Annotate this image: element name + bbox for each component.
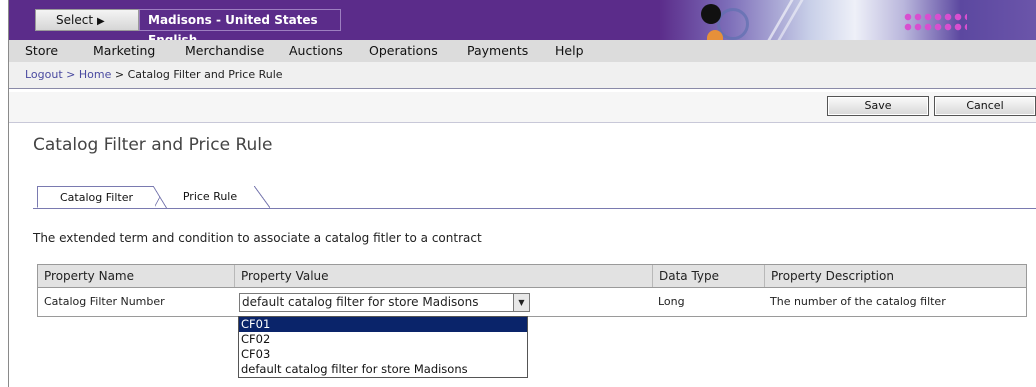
triangle-right-icon: ▶ — [97, 16, 105, 27]
cancel-button[interactable]: Cancel — [934, 96, 1036, 116]
cell-property-description: The number of the catalog filter — [770, 295, 946, 308]
banner-orange-shape — [707, 30, 723, 40]
dropdown-option-cf03[interactable]: CF03 — [239, 347, 527, 362]
page-title: Catalog Filter and Price Rule — [33, 135, 273, 155]
chevron-down-icon[interactable]: ▼ — [513, 294, 529, 311]
cell-data-type: Long — [658, 295, 685, 308]
header-bar: Select ▶ Madisons - United States English — [9, 0, 1036, 40]
catalog-filter-select[interactable]: default catalog filter for store Madison… — [239, 293, 530, 312]
breadcrumb-home-link[interactable]: Home — [79, 68, 111, 81]
dropdown-option-default[interactable]: default catalog filter for store Madison… — [239, 362, 527, 377]
tab-price-rule[interactable]: Price Rule — [154, 186, 270, 208]
tab-catalog-filter[interactable]: Catalog Filter — [37, 186, 167, 209]
breadcrumb: Logout > Home > Catalog Filter and Price… — [9, 62, 1036, 89]
tabs-divider — [33, 208, 1036, 209]
table-header: Property Name Property Value Data Type P… — [38, 265, 1026, 288]
banner-circle — [701, 4, 721, 24]
menu-item-operations[interactable]: Operations — [369, 40, 438, 62]
select-button-label: Select — [56, 13, 94, 27]
column-header-data-type: Data Type — [652, 265, 764, 287]
select-current-value: default catalog filter for store Madison… — [242, 295, 479, 309]
menu-item-auctions[interactable]: Auctions — [289, 40, 343, 62]
section-description: The extended term and condition to assoc… — [33, 231, 482, 245]
cell-property-name: Catalog Filter Number — [44, 295, 165, 308]
main-menu-bar: Store Marketing Merchandise Auctions Ope… — [9, 40, 1036, 62]
menu-item-help[interactable]: Help — [555, 40, 584, 62]
menu-item-marketing[interactable]: Marketing — [93, 40, 155, 62]
menu-item-store[interactable]: Store — [25, 40, 58, 62]
breadcrumb-logout-link[interactable]: Logout — [25, 68, 63, 81]
dropdown-option-cf02[interactable]: CF02 — [239, 332, 527, 347]
banner-dots — [903, 12, 967, 32]
breadcrumb-current: Catalog Filter and Price Rule — [127, 68, 283, 81]
store-select-button[interactable]: Select ▶ — [35, 9, 139, 31]
column-header-property-description: Property Description — [764, 265, 1026, 287]
menu-item-payments[interactable]: Payments — [467, 40, 528, 62]
dropdown-option-cf01[interactable]: CF01 — [239, 317, 527, 332]
property-table: Property Name Property Value Data Type P… — [37, 264, 1027, 317]
save-button[interactable]: Save — [827, 96, 929, 116]
catalog-filter-dropdown-list: CF01 CF02 CF03 default catalog filter fo… — [238, 316, 528, 378]
breadcrumb-separator: > — [114, 68, 125, 81]
menu-item-merchandise[interactable]: Merchandise — [185, 40, 264, 62]
column-header-property-name: Property Name — [44, 269, 134, 283]
breadcrumb-separator: > — [66, 68, 76, 81]
header-banner-image — [659, 0, 1036, 40]
store-title: Madisons - United States English — [139, 9, 341, 40]
table-row: Catalog Filter Number default catalog fi… — [38, 288, 1026, 316]
app-window: Select ▶ Madisons - United States English… — [9, 0, 1036, 387]
column-header-property-value: Property Value — [234, 265, 652, 287]
action-bar: Save Cancel — [9, 92, 1036, 123]
window-frame-edge — [0, 0, 9, 387]
